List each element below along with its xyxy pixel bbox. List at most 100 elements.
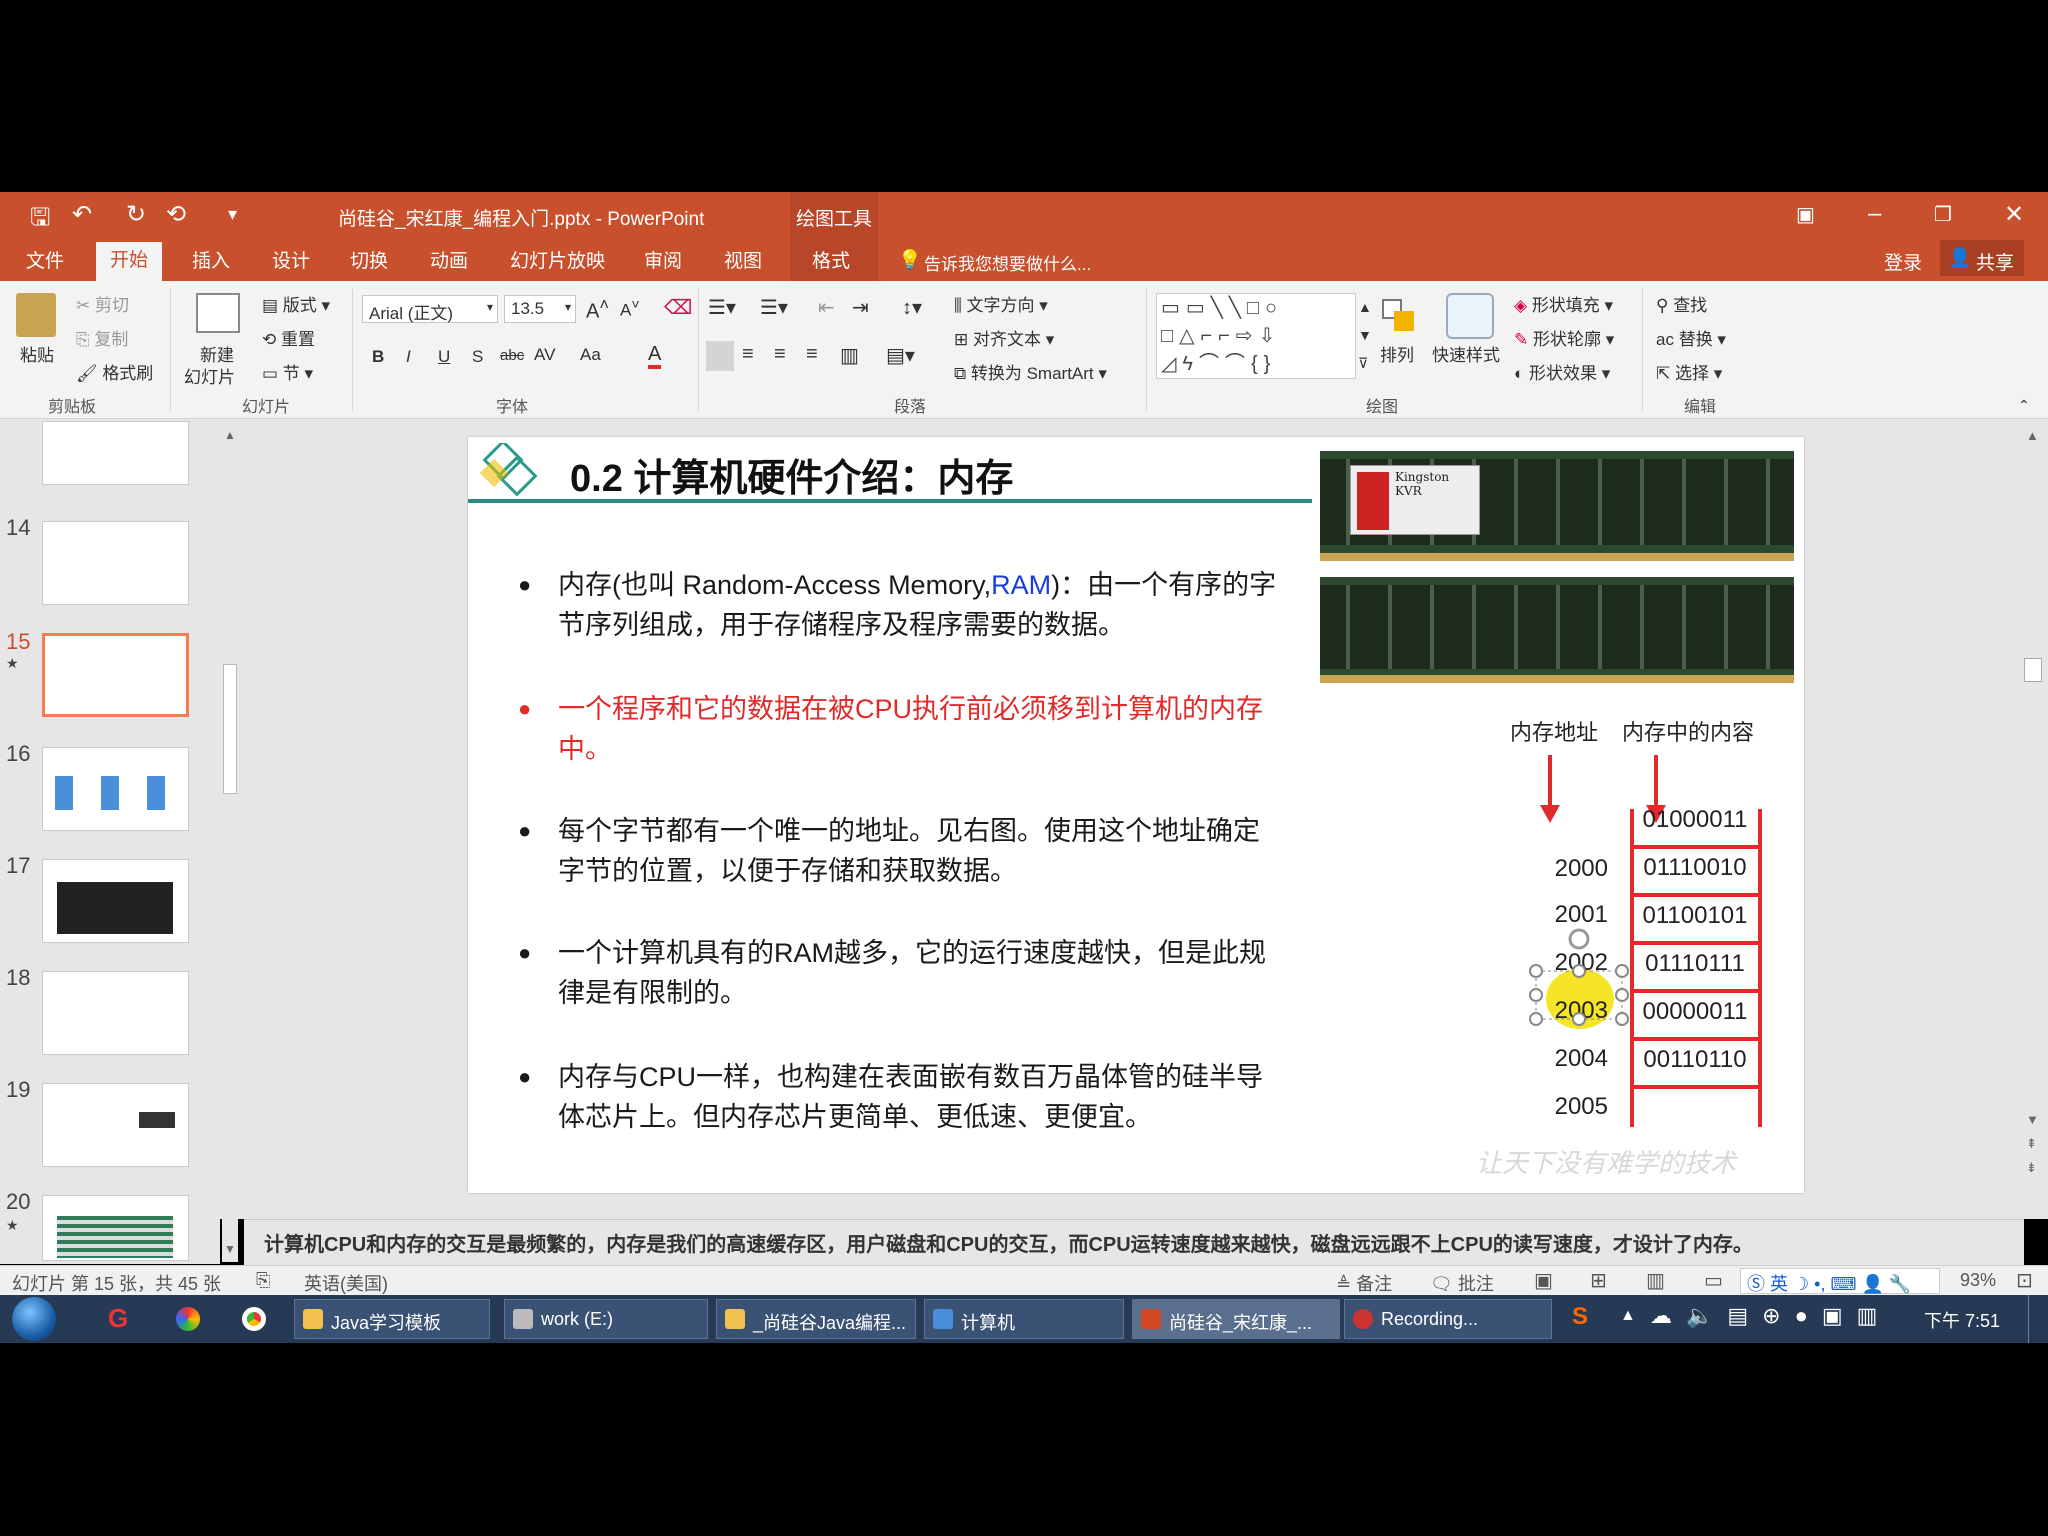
columns-icon[interactable]: ▤▾ bbox=[886, 343, 915, 368]
change-case-button[interactable]: Aa bbox=[580, 345, 601, 365]
tab-review[interactable]: 审阅 bbox=[636, 246, 690, 273]
tab-design[interactable]: 设计 bbox=[264, 246, 318, 273]
system-tray-icons[interactable]: ☁🔈▤⊕●▣▥ bbox=[1650, 1303, 1891, 1329]
tab-view[interactable]: 视图 bbox=[716, 246, 770, 273]
ribbon-display-icon[interactable]: ▣ bbox=[1796, 202, 1815, 227]
gallery-scroll-icon[interactable]: ▲ ▼ ⊽ bbox=[1358, 293, 1372, 377]
slide-scrollbar[interactable]: ▲ ▼ ⇞ ⇟ bbox=[2020, 426, 2046, 1186]
bullet-2[interactable]: ● 一个程序和它的数据在被CPU执行前必须移到计算机的内存中。 bbox=[518, 689, 1278, 769]
slide-thumbnail-19[interactable] bbox=[42, 1083, 189, 1167]
shapes-gallery[interactable]: ▭▭╲╲□○ □△⌐⌐⇨⇩ ◿ϟ⌒⌒{} bbox=[1156, 293, 1356, 379]
shape-outline-button[interactable]: ✎ 形状轮廓 ▾ bbox=[1514, 325, 1614, 350]
notes-button[interactable]: ≜ 备注 bbox=[1336, 1270, 1392, 1296]
zoom-level[interactable]: 93% bbox=[1960, 1270, 1996, 1291]
login-link[interactable]: 登录 bbox=[1884, 248, 1922, 275]
thumbnails-scrollbar[interactable]: ▲ ▼ bbox=[222, 426, 238, 1262]
decrease-indent-icon[interactable]: ⇤ bbox=[818, 295, 835, 320]
minimize-icon[interactable]: – bbox=[1868, 200, 1881, 228]
copy-button[interactable]: ⎘ 复制 bbox=[76, 325, 128, 350]
slide-sorter-icon[interactable]: ⊞ bbox=[1590, 1268, 1607, 1293]
replace-button[interactable]: ac 替换 ▾ bbox=[1656, 325, 1726, 350]
taskbar-item-active[interactable]: 尚硅谷_宋红康_... bbox=[1132, 1299, 1340, 1339]
taskbar-item[interactable]: _尚硅谷Java编程... bbox=[716, 1299, 916, 1339]
sogou-icon[interactable]: S bbox=[1572, 1303, 1588, 1331]
bullet-1[interactable]: ● 内存(也叫 Random-Access Memory,RAM)：由一个有序的字… bbox=[518, 565, 1278, 645]
slide-thumbnail-18[interactable] bbox=[42, 971, 189, 1055]
section-button[interactable]: ▭ 节 ▾ bbox=[262, 359, 313, 384]
arrange-icon[interactable] bbox=[1378, 295, 1418, 339]
clock[interactable]: 下午 7:51 bbox=[1924, 1307, 2000, 1333]
bullet-5[interactable]: ● 内存与CPU一样，也构建在表面嵌有数百万晶体管的硅半导体芯片上。但内存芯片更简… bbox=[518, 1057, 1278, 1137]
comments-button[interactable]: 🗨 批注 bbox=[1430, 1270, 1494, 1296]
quick-styles-button[interactable]: 快速样式 bbox=[1432, 341, 1500, 366]
reading-view-icon[interactable]: ▥ bbox=[1646, 1268, 1665, 1293]
memory-address[interactable]: 2000 bbox=[1528, 855, 1608, 883]
tab-transitions[interactable]: 切换 bbox=[342, 246, 396, 273]
next-slide-icon[interactable]: ⇟ bbox=[2026, 1160, 2037, 1176]
text-direction-button[interactable]: ⫼ 文字方向 ▾ bbox=[954, 291, 1048, 316]
slideshow-icon[interactable]: ▭ bbox=[1704, 1268, 1723, 1293]
tell-me-box[interactable]: 告诉我您想要做什么... bbox=[924, 250, 1091, 275]
slide-thumbnail[interactable] bbox=[42, 421, 189, 485]
scrollbar-thumb[interactable] bbox=[2024, 658, 2042, 682]
taskbar-item[interactable]: work (E:) bbox=[504, 1299, 708, 1339]
font-size-select[interactable]: 13.5 ▾ bbox=[504, 295, 576, 323]
shape-effects-button[interactable]: ◐ 形状效果 ▾ bbox=[1514, 359, 1610, 384]
spell-check-icon[interactable]: ⎘ bbox=[256, 1270, 270, 1291]
line-spacing-icon[interactable]: ↕▾ bbox=[902, 295, 922, 320]
notes-pane[interactable]: 计算机CPU和内存的交互是最频繁的，内存是我们的高速缓存区，用户磁盘和CPU的交… bbox=[244, 1219, 2024, 1265]
scroll-down-icon[interactable]: ▼ bbox=[224, 1242, 236, 1256]
undo-icon[interactable]: ↶ bbox=[72, 200, 92, 229]
slide-thumbnail-15[interactable] bbox=[42, 633, 189, 717]
redo-icon[interactable]: ↻ bbox=[126, 200, 146, 229]
scrollbar-thumb[interactable] bbox=[223, 664, 237, 794]
reset-button[interactable]: ⟲ 重置 bbox=[262, 325, 315, 350]
show-desktop-button[interactable] bbox=[2028, 1295, 2048, 1343]
grow-font-icon[interactable]: A˄ bbox=[586, 295, 609, 324]
slide-canvas[interactable]: 0.2 计算机硬件介绍：内存 ● 内存(也叫 Random-Access Memo… bbox=[468, 437, 1804, 1193]
slide-thumbnail-16[interactable] bbox=[42, 747, 189, 831]
italic-button[interactable]: I bbox=[406, 347, 411, 367]
slide-title[interactable]: 0.2 计算机硬件介绍：内存 bbox=[570, 447, 1013, 502]
convert-smartart-button[interactable]: ⧉ 转换为 SmartArt ▾ bbox=[954, 359, 1107, 384]
normal-view-icon[interactable]: ▣ bbox=[1534, 1268, 1553, 1293]
collapse-ribbon-icon[interactable]: ⌃ bbox=[2018, 397, 2030, 414]
shadow-button[interactable]: S bbox=[472, 347, 483, 367]
language-status[interactable]: 英语(美国) bbox=[304, 1270, 388, 1296]
selection-handles[interactable] bbox=[1524, 925, 1644, 1035]
cut-button[interactable]: ✂ 剪切 bbox=[76, 291, 129, 316]
align-center-icon[interactable]: ≡ bbox=[742, 343, 754, 366]
memory-cell[interactable]: 01110111 bbox=[1636, 941, 1754, 987]
memory-cell[interactable]: 01000011 bbox=[1636, 797, 1754, 843]
ime-toolbar[interactable]: Ⓢ 英 ☽ •, ⌨ 👤 🔧 bbox=[1740, 1268, 1940, 1294]
tab-animations[interactable]: 动画 bbox=[422, 246, 476, 273]
previous-slide-icon[interactable]: ⇞ bbox=[2026, 1136, 2037, 1152]
close-icon[interactable]: ✕ bbox=[2004, 200, 2024, 229]
taskbar-item[interactable]: Recording... bbox=[1344, 1299, 1552, 1339]
pinned-app-icon[interactable] bbox=[176, 1307, 200, 1331]
align-left-icon[interactable] bbox=[706, 341, 734, 371]
paste-icon[interactable] bbox=[16, 293, 56, 337]
bold-button[interactable]: B bbox=[372, 347, 384, 367]
slide-thumbnail-14[interactable] bbox=[42, 521, 189, 605]
new-slide-label2[interactable]: 幻灯片 bbox=[184, 363, 235, 388]
share-button[interactable]: 👤 共享 bbox=[1940, 240, 2024, 276]
arrange-button[interactable]: 排列 bbox=[1380, 341, 1414, 366]
scroll-up-icon[interactable]: ▲ bbox=[224, 428, 236, 442]
memory-cell[interactable]: 00110110 bbox=[1636, 1037, 1754, 1083]
increase-indent-icon[interactable]: ⇥ bbox=[852, 295, 869, 320]
distributed-icon[interactable]: ▥ bbox=[840, 343, 859, 368]
clear-formatting-icon[interactable]: ⌫ bbox=[664, 295, 692, 320]
scroll-up-icon[interactable]: ▲ bbox=[2026, 428, 2039, 443]
memory-cell[interactable]: 01110010 bbox=[1636, 845, 1754, 891]
presentation-icon[interactable]: ⟲ bbox=[166, 200, 186, 229]
find-button[interactable]: ⚲ 查找 bbox=[1656, 291, 1707, 316]
scroll-down-icon[interactable]: ▼ bbox=[2026, 1112, 2039, 1127]
memory-address[interactable]: 2004 bbox=[1528, 1045, 1608, 1073]
save-icon[interactable]: 🖫 bbox=[30, 200, 50, 241]
format-painter-button[interactable]: 🖌 格式刷 bbox=[76, 359, 153, 384]
paste-button[interactable]: 粘贴 bbox=[20, 341, 54, 366]
tab-home[interactable]: 开始 bbox=[96, 242, 163, 281]
customize-qat-icon[interactable]: ▾ bbox=[228, 204, 237, 225]
slide-thumbnail-17[interactable] bbox=[42, 859, 189, 943]
